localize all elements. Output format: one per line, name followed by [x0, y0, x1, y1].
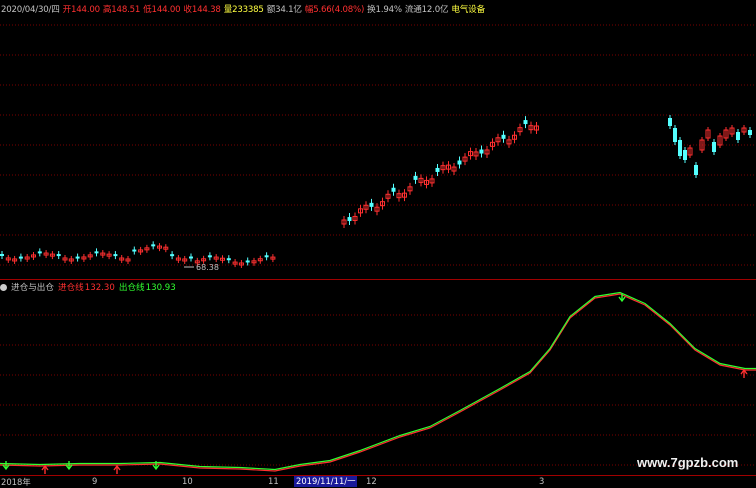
- date-axis: 2018年 9 10 11 12 3: [0, 476, 756, 487]
- entry-line-value: 132.30: [84, 283, 115, 293]
- date-cursor-label: 2019/11/11/一: [294, 476, 358, 487]
- date-label: 11: [268, 476, 279, 486]
- buy-arrow-icon: [113, 464, 121, 474]
- indicator-chart[interactable]: [0, 0, 756, 487]
- indicator-header: 进仓与出仓 进仓线132.30 出仓线130.93: [0, 281, 180, 293]
- indicator-name: 进仓与出仓: [11, 283, 54, 293]
- date-label: 3: [539, 476, 545, 486]
- watermark: www.7gpzb.com: [637, 455, 739, 470]
- buy-arrow-icon: [740, 368, 748, 378]
- exit-line: [0, 291, 756, 471]
- exit-line-label: 出仓线: [118, 283, 145, 293]
- exit-line-value: 130.93: [145, 283, 176, 293]
- indicator-settings-icon[interactable]: [0, 284, 7, 291]
- date-label: 10: [182, 476, 193, 486]
- date-label: 9: [92, 476, 98, 486]
- entry-line: [0, 293, 756, 472]
- date-label: 2018年: [1, 477, 31, 487]
- buy-arrow-icon: [41, 464, 49, 474]
- entry-line-label: 进仓线: [57, 283, 84, 293]
- date-label: 12: [366, 476, 377, 486]
